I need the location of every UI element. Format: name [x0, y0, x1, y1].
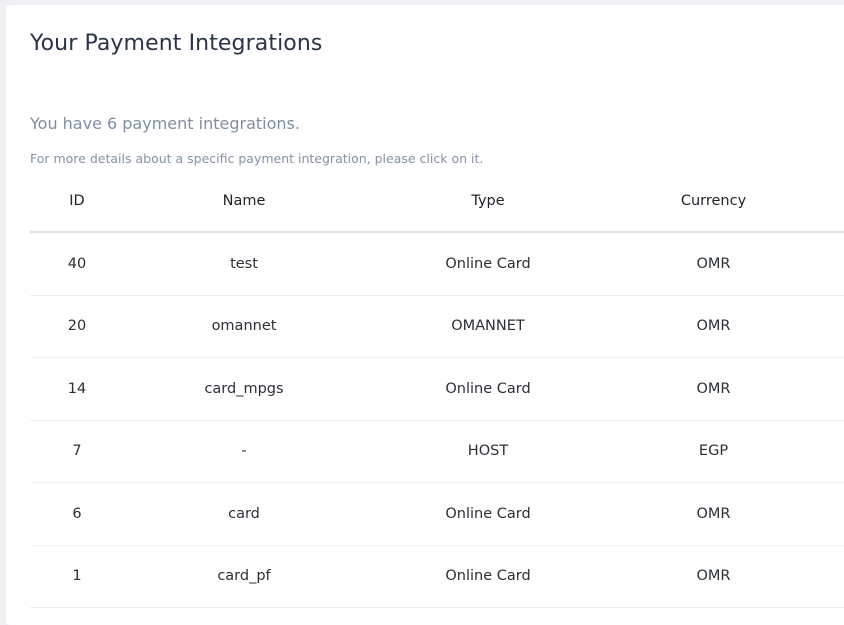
integrations-card: Your Payment Integrations You have 6 pay…: [6, 5, 844, 625]
cell-name: -: [241, 443, 247, 460]
column-header-type: Type: [471, 192, 505, 209]
cell-type: Online Card: [445, 568, 531, 585]
cell-type: HOST: [467, 443, 509, 460]
table-row[interactable]: 14 card_mpgs Online Card OMR: [30, 358, 844, 421]
table-row[interactable]: 20 omannet OMANNET OMR: [30, 296, 844, 358]
cell-type: OMANNET: [451, 318, 525, 335]
cell-name: card_mpgs: [204, 380, 284, 397]
integrations-table: ID Name Type Currency 40 test Online Car…: [30, 170, 844, 608]
page-title: Your Payment Integrations: [30, 31, 323, 56]
table-row[interactable]: 1 card_pf Online Card OMR: [30, 546, 844, 608]
details-hint-text: For more details about a specific paymen…: [30, 151, 484, 166]
cell-name: card: [228, 505, 260, 522]
table-row[interactable]: 40 test Online Card OMR: [30, 233, 844, 296]
cell-id: 7: [72, 443, 82, 460]
cell-currency: OMR: [696, 255, 731, 272]
cell-currency: OMR: [696, 568, 731, 585]
cell-type: Online Card: [445, 505, 531, 522]
cell-type: Online Card: [445, 255, 531, 272]
cell-id: 20: [67, 318, 87, 335]
cell-id: 40: [67, 255, 87, 272]
cell-currency: OMR: [696, 318, 731, 335]
table-row[interactable]: 7 - HOST EGP: [30, 421, 844, 483]
cell-name: card_pf: [217, 568, 271, 585]
cell-name: omannet: [211, 318, 277, 335]
table-row[interactable]: 6 card Online Card OMR: [30, 483, 844, 546]
cell-name: test: [230, 255, 258, 272]
cell-currency: OMR: [696, 380, 731, 397]
cell-currency: EGP: [698, 443, 729, 460]
cell-id: 6: [72, 505, 82, 522]
cell-type: Online Card: [445, 380, 531, 397]
column-header-id: ID: [69, 192, 85, 209]
table-header-row: ID Name Type Currency: [30, 170, 844, 233]
cell-id: 14: [67, 380, 87, 397]
integration-count-text: You have 6 payment integrations.: [30, 114, 300, 133]
cell-currency: OMR: [696, 505, 731, 522]
column-header-name: Name: [222, 192, 266, 209]
cell-id: 1: [72, 568, 82, 585]
column-header-currency: Currency: [680, 192, 747, 209]
